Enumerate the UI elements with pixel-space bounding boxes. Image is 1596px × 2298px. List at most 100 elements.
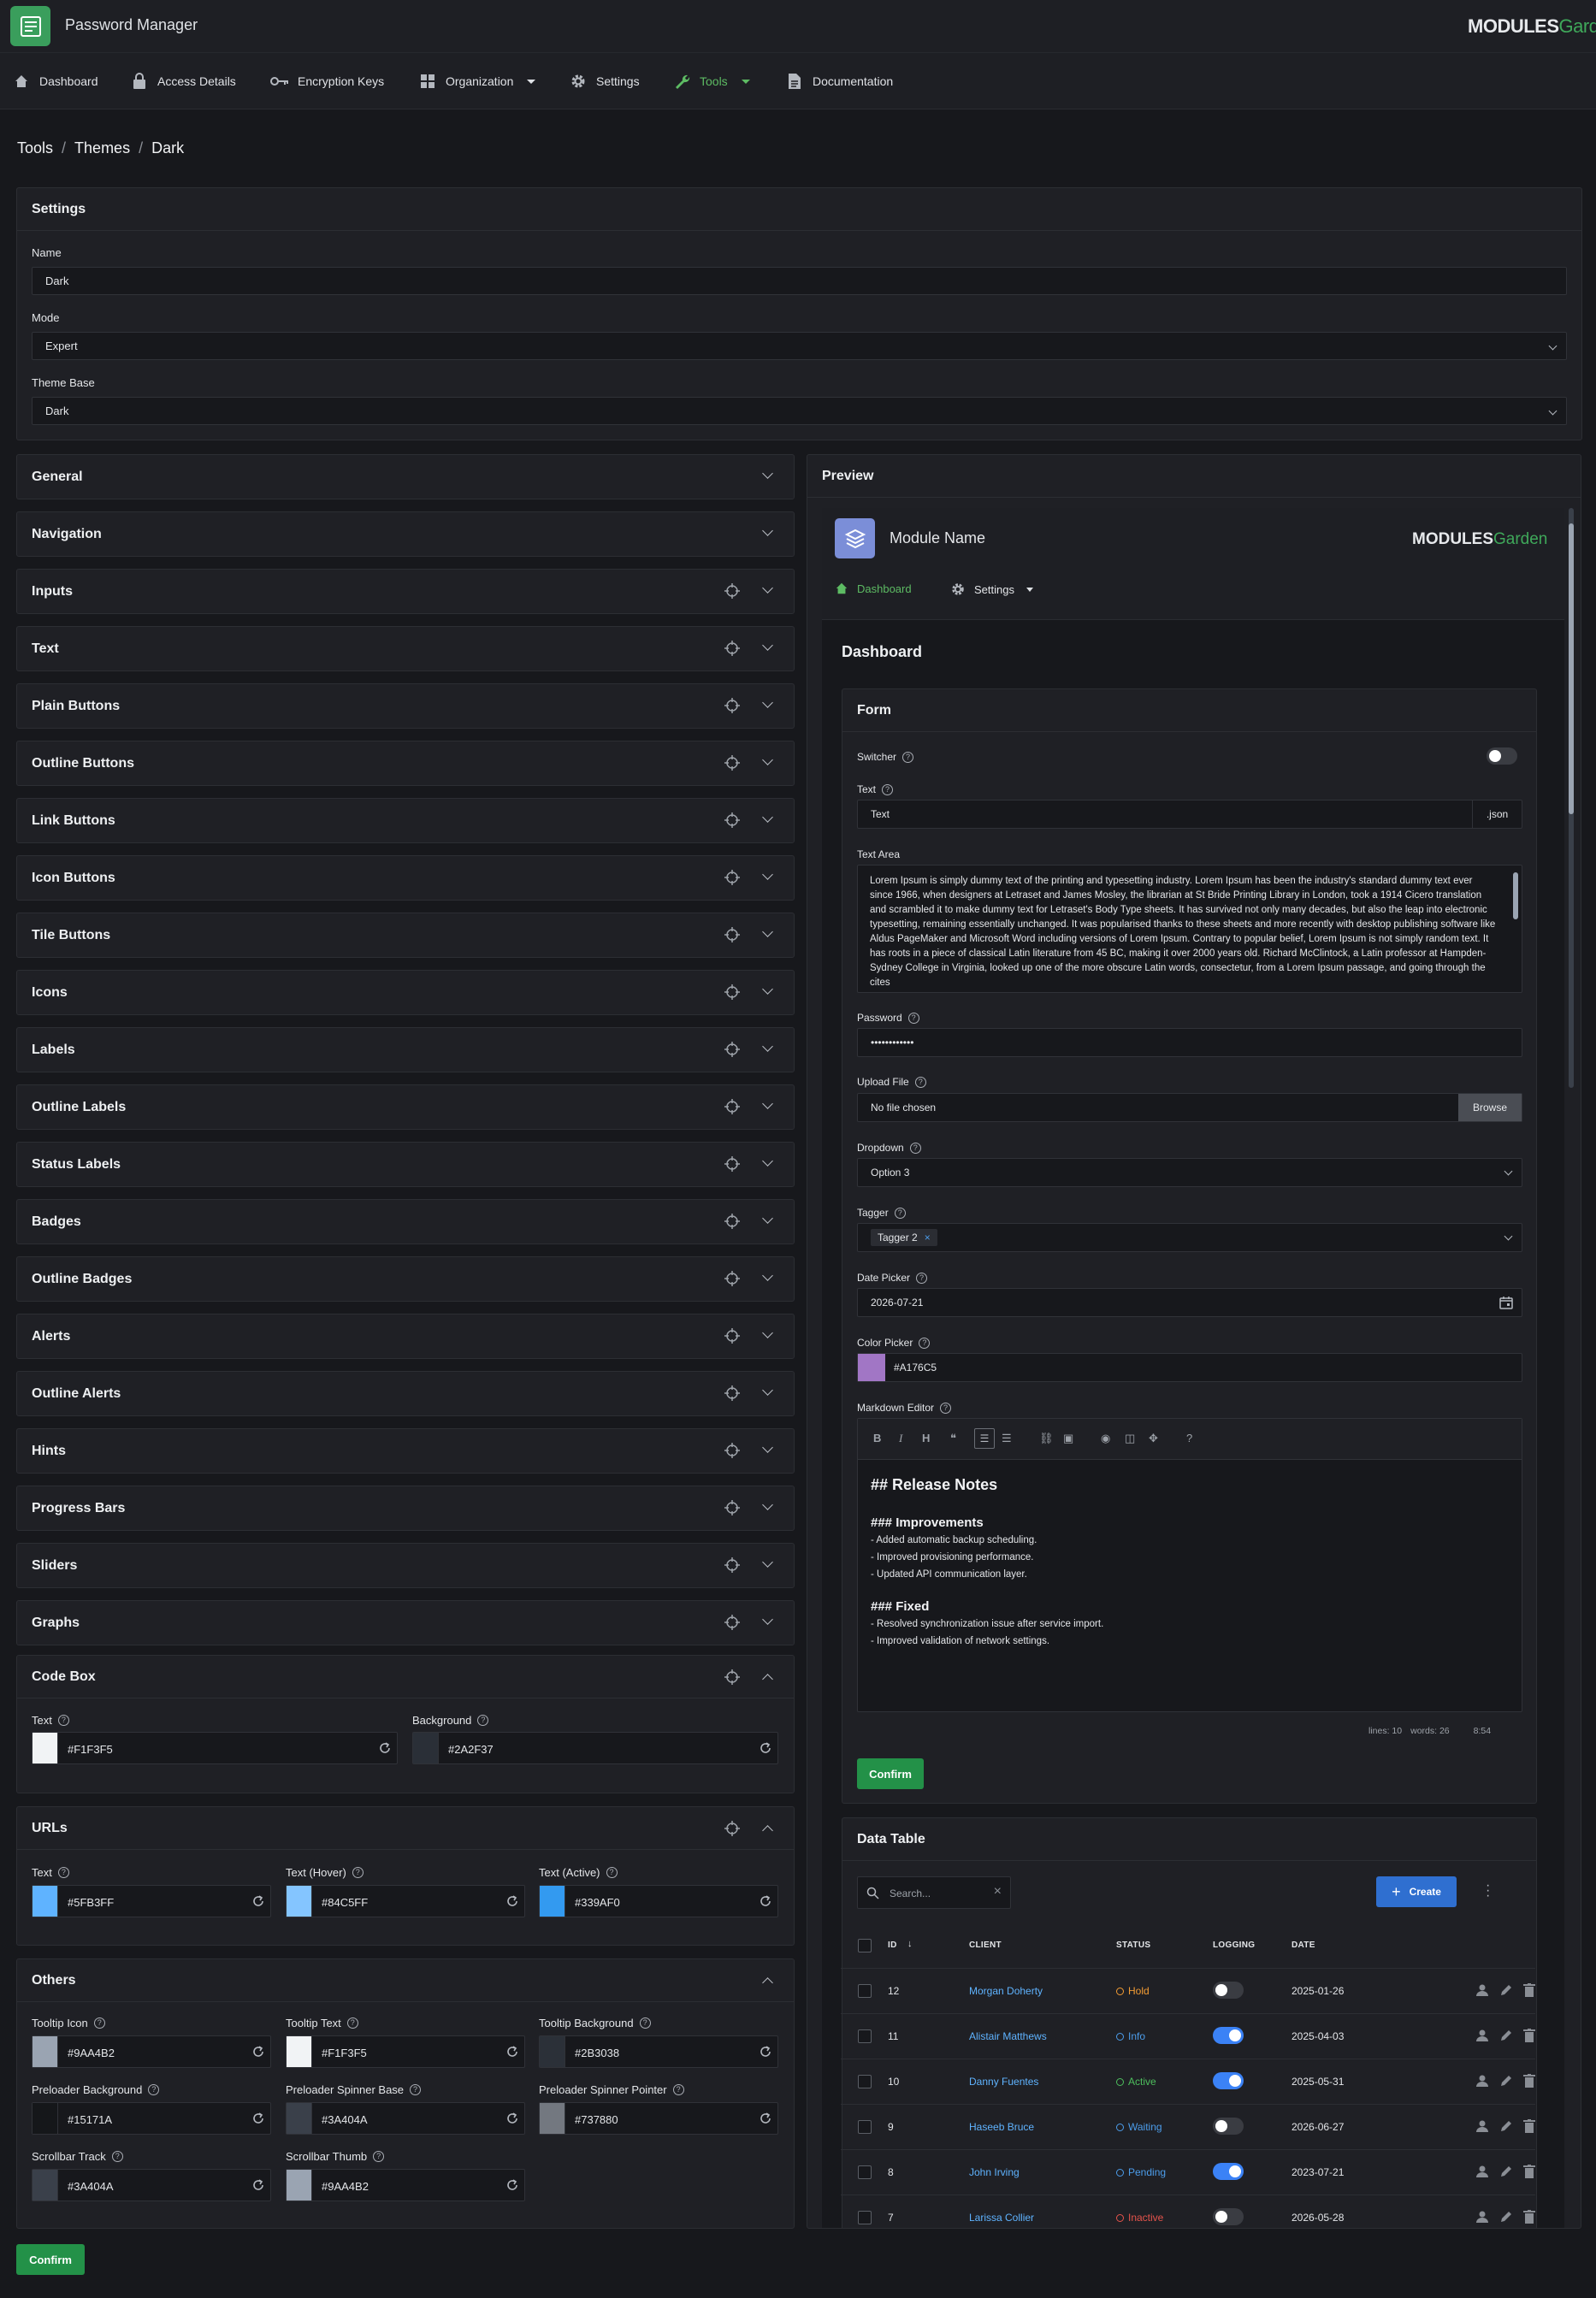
others-color-field[interactable]: #737880	[539, 2102, 778, 2135]
select-all-checkbox[interactable]	[858, 1939, 872, 1952]
color-swatch[interactable]	[858, 1354, 885, 1381]
reset-icon[interactable]	[505, 2178, 519, 2196]
reset-icon[interactable]	[759, 2112, 772, 2130]
chevron-down-icon[interactable]	[762, 1327, 773, 1338]
help-icon[interactable]: ?	[477, 1715, 489, 1726]
column-header-date[interactable]: DATE	[1292, 1941, 1315, 1950]
color-swatch[interactable]	[540, 2103, 565, 2134]
delete-icon[interactable]	[1523, 2029, 1535, 2047]
accordion-icons[interactable]: Icons	[16, 970, 795, 1015]
help-icon[interactable]: ?	[111, 2151, 123, 2162]
reset-icon[interactable]	[251, 2178, 265, 2196]
color-picker-input[interactable]: #A176C5	[857, 1353, 1522, 1382]
nav-item-access-details[interactable]: Access Details	[130, 72, 236, 91]
edit-icon[interactable]	[1499, 2074, 1513, 2092]
row-checkbox[interactable]	[858, 2075, 872, 2088]
nav-item-documentation[interactable]: Documentation	[785, 72, 893, 91]
color-swatch[interactable]	[540, 1886, 565, 1917]
color-swatch[interactable]	[287, 1886, 312, 1917]
others-color-field[interactable]: #F1F3F5	[286, 2035, 525, 2068]
target-icon[interactable]	[724, 1443, 740, 1462]
column-header-status[interactable]: STATUS	[1116, 1941, 1150, 1950]
side-by-side-icon[interactable]: ◫	[1125, 1432, 1135, 1445]
help-icon[interactable]: ?	[916, 1272, 928, 1284]
color-swatch[interactable]	[287, 2036, 312, 2067]
browse-button[interactable]: Browse	[1458, 1094, 1522, 1121]
nav-item-tools[interactable]: Tools	[672, 72, 750, 91]
delete-icon[interactable]	[1523, 1983, 1535, 2001]
target-icon[interactable]	[724, 1500, 740, 1520]
chevron-down-icon[interactable]	[762, 1155, 773, 1167]
accordion-inputs[interactable]: Inputs	[16, 569, 795, 614]
help-icon[interactable]: ?	[352, 1867, 364, 1878]
delete-icon[interactable]	[1523, 2074, 1535, 2092]
upload-input[interactable]: No file chosen Browse	[857, 1093, 1522, 1122]
help-icon[interactable]: ?	[902, 751, 914, 763]
others-color-field[interactable]: #3A404A	[286, 2102, 525, 2135]
accordion-icon-buttons[interactable]: Icon Buttons	[16, 855, 795, 901]
target-icon[interactable]	[724, 1328, 740, 1348]
row-client-link[interactable]: Alistair Matthews	[969, 2030, 1047, 2042]
clear-icon[interactable]: ×	[994, 1884, 1002, 1899]
row-checkbox[interactable]	[858, 1984, 872, 1998]
preview-scrollbar-thumb[interactable]	[1569, 523, 1574, 814]
sort-desc-icon[interactable]: ↓	[907, 1939, 913, 1949]
reset-icon[interactable]	[251, 2045, 265, 2063]
edit-icon[interactable]	[1499, 2029, 1513, 2047]
help-icon[interactable]: ?	[919, 1337, 931, 1349]
nav-item-settings[interactable]: Settings	[569, 72, 640, 91]
target-icon[interactable]	[724, 1214, 740, 1233]
chevron-down-icon[interactable]	[762, 697, 773, 708]
color-swatch[interactable]	[33, 2036, 58, 2067]
url-active-color-field[interactable]: #339AF0	[539, 1885, 778, 1917]
color-swatch[interactable]	[287, 2103, 312, 2134]
codebox-text-color-field[interactable]: #F1F3F5	[32, 1732, 398, 1764]
remove-tag-icon[interactable]: ×	[925, 1232, 931, 1244]
chevron-down-icon[interactable]	[762, 640, 773, 651]
delete-icon[interactable]	[1523, 2165, 1535, 2183]
others-color-field[interactable]: #9AA4B2	[286, 2169, 525, 2201]
logging-toggle[interactable]	[1213, 2072, 1244, 2089]
others-color-field[interactable]: #3A404A	[32, 2169, 271, 2201]
name-input[interactable]: Dark	[32, 267, 1567, 295]
preview-nav-dashboard[interactable]: Dashboard	[835, 582, 912, 595]
accordion-outline-alerts[interactable]: Outline Alerts	[16, 1371, 795, 1416]
codebox-background-color-field[interactable]: #2A2F37	[412, 1732, 778, 1764]
target-icon[interactable]	[724, 641, 740, 660]
accordion-outline-badges[interactable]: Outline Badges	[16, 1256, 795, 1302]
unordered-list-icon[interactable]: ☰	[974, 1428, 995, 1449]
reset-icon[interactable]	[505, 2112, 519, 2130]
ordered-list-icon[interactable]: ☰	[1002, 1432, 1012, 1445]
user-icon[interactable]	[1475, 2029, 1489, 2047]
delete-icon[interactable]	[1523, 2210, 1535, 2228]
help-icon[interactable]: ?	[57, 1715, 69, 1726]
help-icon[interactable]: ?	[907, 1012, 919, 1024]
chevron-down-icon[interactable]	[762, 1041, 773, 1052]
nav-item-dashboard[interactable]: Dashboard	[12, 72, 98, 91]
row-client-link[interactable]: Haseeb Bruce	[969, 2121, 1034, 2133]
delete-icon[interactable]	[1523, 2119, 1535, 2137]
target-icon[interactable]	[724, 1615, 740, 1634]
preview-icon[interactable]: ◉	[1101, 1432, 1110, 1445]
more-options-icon[interactable]: · · ·	[1486, 1879, 1490, 1903]
color-swatch[interactable]	[287, 2170, 312, 2201]
chevron-down-icon[interactable]	[762, 582, 773, 594]
reset-icon[interactable]	[759, 1741, 772, 1759]
create-button[interactable]: + Create	[1376, 1876, 1457, 1907]
row-checkbox[interactable]	[858, 2120, 872, 2134]
chevron-down-icon[interactable]	[762, 869, 773, 880]
reset-icon[interactable]	[505, 2045, 519, 2063]
edit-icon[interactable]	[1499, 1983, 1513, 2001]
bold-icon[interactable]: B	[873, 1432, 881, 1444]
form-confirm-button[interactable]: Confirm	[857, 1758, 924, 1789]
target-icon[interactable]	[724, 698, 740, 718]
dropdown-select[interactable]: Option 3	[857, 1158, 1522, 1187]
fullscreen-icon[interactable]: ✥	[1149, 1432, 1158, 1445]
reset-icon[interactable]	[378, 1741, 392, 1759]
target-icon[interactable]	[724, 984, 740, 1004]
row-checkbox[interactable]	[858, 2029, 872, 2043]
help-icon[interactable]: ?	[346, 2017, 358, 2029]
chevron-down-icon[interactable]	[762, 1499, 773, 1510]
chevron-down-icon[interactable]	[762, 1213, 773, 1224]
chevron-down-icon[interactable]	[762, 984, 773, 995]
